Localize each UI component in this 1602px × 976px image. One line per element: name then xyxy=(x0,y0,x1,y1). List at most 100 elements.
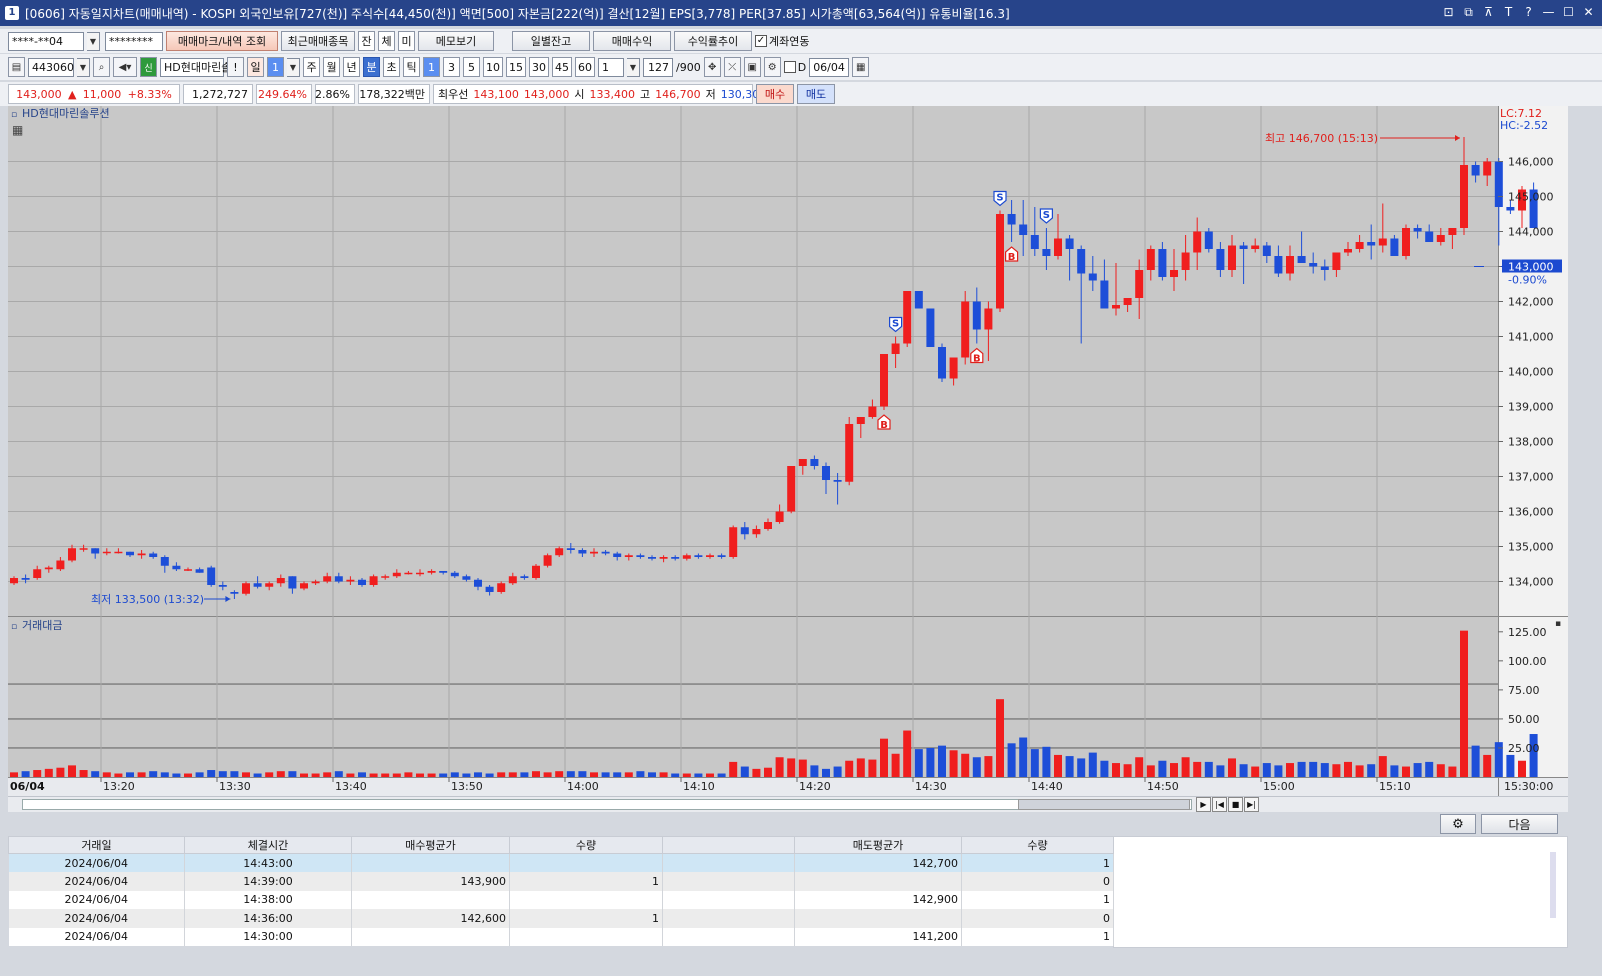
maximize-icon[interactable]: ☐ xyxy=(1561,4,1576,20)
scroll-track[interactable] xyxy=(22,799,1192,810)
candle-body xyxy=(694,555,703,557)
trade-mark-query-button[interactable]: 매매마크/내역 조회 xyxy=(166,31,278,51)
crosshair-icon[interactable]: ✥ xyxy=(703,57,721,77)
table-cell: 1 xyxy=(509,872,663,891)
tick-button[interactable]: 틱 xyxy=(403,57,420,77)
volume-bar xyxy=(68,765,76,777)
volume-bar xyxy=(555,771,564,777)
col-trade-date[interactable]: 거래일 xyxy=(8,836,185,854)
last-icon[interactable]: ▶| xyxy=(1244,797,1259,812)
draw-tool-icon[interactable]: ⤫ xyxy=(723,57,741,77)
grid-scrollbar[interactable] xyxy=(1550,852,1556,918)
min-5-button[interactable]: 5 xyxy=(463,57,480,77)
help-icon[interactable]: ? xyxy=(1521,4,1536,20)
stock-search-icon[interactable]: ▤ xyxy=(8,57,25,77)
pane-close-icon[interactable]: ▪ xyxy=(1555,619,1561,629)
memo-button[interactable]: 메모보기 xyxy=(418,31,494,51)
second-button[interactable]: 초 xyxy=(383,57,400,77)
table-cell xyxy=(662,909,795,928)
pin-icon[interactable]: ⊼ xyxy=(1481,4,1496,20)
volume-bar xyxy=(1181,757,1190,777)
account-field[interactable]: ****-**04 xyxy=(8,31,84,51)
min-3-button[interactable]: 3 xyxy=(443,57,460,77)
code-dropdown-icon[interactable]: ▼ xyxy=(77,57,90,77)
daily-balance-button[interactable]: 일별잔고 xyxy=(512,31,590,51)
bar-count-field[interactable]: 127 xyxy=(643,57,673,77)
font-icon[interactable]: T xyxy=(1501,4,1516,20)
min-10-button[interactable]: 10 xyxy=(483,57,503,77)
next-button[interactable]: 다음 xyxy=(1481,814,1558,834)
day-dropdown-icon[interactable]: ▼ xyxy=(287,57,300,77)
table-row[interactable]: 2024/06/04 14:39:00 143,900 1 0 xyxy=(8,872,1114,891)
col-sell-avg[interactable]: 매도평균가 xyxy=(794,836,962,854)
monthly-button[interactable]: 월 xyxy=(323,57,340,77)
magnifier-icon[interactable]: ⌕ xyxy=(93,57,110,77)
col-buy-qty[interactable]: 수량 xyxy=(509,836,663,854)
interval-field[interactable]: 1 xyxy=(598,57,624,77)
price-tick-label: 140,000 xyxy=(1508,366,1554,379)
candle-body xyxy=(740,527,749,535)
recent-trades-button[interactable]: 최근매매종목 xyxy=(281,31,355,51)
min-30-button[interactable]: 30 xyxy=(529,57,549,77)
yearly-button[interactable]: 년 xyxy=(343,57,360,77)
col-sell-qty[interactable]: 수량 xyxy=(961,836,1114,854)
candle-body xyxy=(323,576,332,582)
chart-scrollbar[interactable]: ▶ |◀ ■ ▶| xyxy=(8,796,1568,812)
buy-button[interactable]: 매수 xyxy=(756,84,794,104)
weekly-button[interactable]: 주 xyxy=(303,57,320,77)
grid-settings-button[interactable]: ⚙ xyxy=(1440,814,1476,834)
candle-body xyxy=(1170,270,1178,277)
candle-body xyxy=(1216,249,1225,270)
min-60-button[interactable]: 60 xyxy=(575,57,595,77)
save-icon[interactable]: ▣ xyxy=(743,57,761,77)
min-45-button[interactable]: 45 xyxy=(552,57,572,77)
table-row[interactable]: 2024/06/04 14:36:00 142,600 1 0 xyxy=(8,909,1114,928)
password-field[interactable]: ******** xyxy=(105,31,163,51)
calendar-icon[interactable]: ▦ xyxy=(852,57,870,77)
table-row[interactable]: 2024/06/04 14:43:00 142,700 1 xyxy=(8,853,1114,872)
account-dropdown-icon[interactable]: ▼ xyxy=(87,31,100,51)
account-link-checkbox[interactable]: ✓ 계좌연동 xyxy=(755,33,809,49)
scroll-right-icon[interactable]: ▶ xyxy=(1196,797,1211,812)
min-15-button[interactable]: 15 xyxy=(506,57,526,77)
window-restore-icon[interactable]: ⊡ xyxy=(1441,4,1456,20)
table-row[interactable]: 2024/06/04 14:30:00 141,200 1 xyxy=(8,927,1114,946)
minimize-icon[interactable]: — xyxy=(1541,4,1556,20)
checkbox-icon[interactable]: ✓ xyxy=(755,35,767,47)
chart-svg[interactable]: B S B S B S 146,000 145,000 144,000 143,000 142,0… xyxy=(8,106,1568,796)
window-tile-icon[interactable]: ⧉ xyxy=(1461,4,1476,20)
settings-icon[interactable]: ⚙ xyxy=(763,57,781,77)
balance-button[interactable]: 잔 xyxy=(358,31,375,51)
volume-bar xyxy=(218,771,227,777)
candle-body xyxy=(230,592,239,594)
alert-button[interactable]: ! xyxy=(227,57,244,77)
candle-body xyxy=(439,571,448,573)
close-icon[interactable]: ✕ xyxy=(1581,4,1596,20)
col-buy-avg[interactable]: 매수평균가 xyxy=(351,836,510,854)
interval-dropdown-icon[interactable]: ▼ xyxy=(627,57,640,77)
date-field[interactable]: 06/04 xyxy=(809,57,850,77)
min-1-button[interactable]: 1 xyxy=(423,57,440,77)
table-row[interactable]: 2024/06/04 14:38:00 142,900 1 xyxy=(8,890,1114,909)
candle-body xyxy=(1390,238,1399,256)
data-table-icon[interactable]: ▦ xyxy=(12,123,23,137)
candle-body xyxy=(1251,245,1260,249)
return-trend-button[interactable]: 수익률추이 xyxy=(674,31,752,51)
daily-button[interactable]: 일 xyxy=(247,57,264,77)
minute-button[interactable]: 분 xyxy=(363,57,380,77)
sell-button[interactable]: 매도 xyxy=(797,84,835,104)
day-count[interactable]: 1 xyxy=(267,57,284,77)
executed-button[interactable]: 체 xyxy=(378,31,395,51)
first-icon[interactable]: |◀ xyxy=(1212,797,1227,812)
scroll-thumb[interactable] xyxy=(1018,799,1190,810)
date-checkbox[interactable]: D xyxy=(783,61,806,74)
stop-icon[interactable]: ■ xyxy=(1228,797,1243,812)
volume-bar xyxy=(56,767,65,777)
stock-code-field[interactable]: 443060 xyxy=(28,57,74,77)
price-chart[interactable]: B S B S B S 146,000 145,000 144,000 143,000 142,0… xyxy=(8,106,1568,796)
trade-profit-button[interactable]: 매매수익 xyxy=(593,31,671,51)
unexecuted-button[interactable]: 미 xyxy=(398,31,415,51)
checkbox-icon[interactable] xyxy=(783,61,796,73)
sound-icon[interactable]: ◀▾ xyxy=(113,57,137,77)
col-exec-time[interactable]: 체결시간 xyxy=(184,836,352,854)
